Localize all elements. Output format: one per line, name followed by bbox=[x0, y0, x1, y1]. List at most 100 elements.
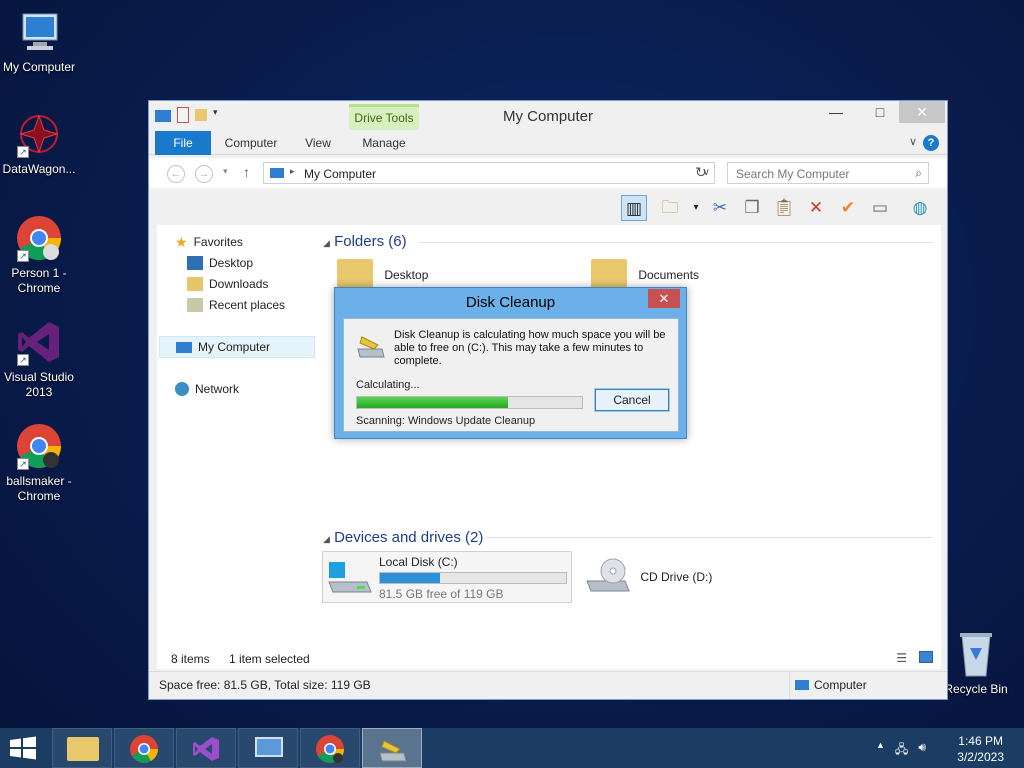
taskbar-chrome[interactable] bbox=[114, 728, 174, 768]
folder-label: Desktop bbox=[384, 268, 429, 282]
ribbon-expand-icon[interactable]: ∨ bbox=[909, 135, 917, 148]
folder-check-icon[interactable]: 🗀 bbox=[657, 195, 683, 221]
minimize-button[interactable]: — bbox=[821, 101, 851, 123]
start-button[interactable] bbox=[8, 736, 38, 760]
drive-c-free-text: 81.5 GB free of 119 GB bbox=[379, 587, 504, 601]
computer-icon bbox=[270, 168, 284, 178]
folder-icon bbox=[67, 737, 99, 761]
nav-label: Desktop bbox=[209, 256, 254, 270]
drive-c-usage-bar bbox=[379, 572, 567, 584]
details-bar: Space free: 81.5 GB, Total size: 119 GB … bbox=[149, 671, 947, 699]
nav-recent-places[interactable]: Recent places bbox=[187, 296, 285, 314]
nav-label: My Computer bbox=[198, 340, 271, 354]
system-tray: ▲ 🖧︎ 🔊︎ bbox=[876, 740, 926, 761]
calculating-label: Calculating... bbox=[356, 379, 420, 391]
show-hidden-icons-icon[interactable]: ▲ bbox=[876, 740, 885, 761]
desktop-icon-ballsmaker-chrome[interactable]: ↗ ballsmaker - Chrome bbox=[0, 422, 78, 504]
recent-places-icon bbox=[187, 298, 203, 312]
divider bbox=[789, 671, 790, 699]
volume-icon[interactable]: 🔊︎ bbox=[918, 740, 926, 761]
taskbar-disk-cleanup[interactable] bbox=[362, 728, 422, 768]
tab-view[interactable]: View bbox=[295, 131, 341, 155]
monitor-icon bbox=[255, 737, 283, 757]
desktop-icon-person1-chrome[interactable]: ↗ Person 1 - Chrome bbox=[0, 214, 78, 296]
dialog-close-button[interactable]: ✕ bbox=[648, 289, 680, 308]
address-text: My Computer bbox=[304, 167, 377, 181]
breadcrumb-arrow-icon[interactable]: ▸ bbox=[290, 166, 295, 177]
tab-computer[interactable]: Computer bbox=[219, 131, 283, 155]
preview-pane-icon[interactable]: ▥ bbox=[621, 195, 647, 221]
search-input[interactable]: Search My Computer ⌕ bbox=[727, 162, 929, 184]
chrome-icon bbox=[130, 735, 158, 763]
desktop-icon-label: Recycle Bin bbox=[944, 682, 1008, 696]
ribbon-tabs: File Computer View Manage bbox=[149, 131, 947, 155]
downloads-icon bbox=[187, 277, 203, 291]
forward-button[interactable]: → bbox=[195, 165, 213, 183]
drives-group-header[interactable]: ◢ Devices and drives (2) bbox=[323, 529, 483, 546]
nav-label: Network bbox=[195, 382, 240, 396]
cut-icon[interactable]: ✂ bbox=[707, 195, 733, 221]
clock[interactable]: 1:46 PM 3/2/2023 bbox=[957, 733, 1004, 765]
scanning-label: Scanning: Windows Update Cleanup bbox=[356, 415, 536, 427]
maximize-button[interactable]: □ bbox=[865, 101, 895, 123]
nav-desktop[interactable]: Desktop bbox=[187, 254, 253, 272]
details-view-icon[interactable]: ☰ bbox=[896, 651, 907, 665]
taskbar-file-explorer[interactable] bbox=[52, 728, 112, 768]
shortcut-arrow-icon: ↗ bbox=[17, 250, 29, 262]
desktop-icon-datawagon[interactable]: ↗ DataWagon... bbox=[0, 110, 78, 177]
desktop-icon bbox=[187, 256, 203, 270]
visual-studio-icon: ↗ bbox=[15, 318, 63, 366]
cancel-button[interactable]: Cancel bbox=[594, 388, 670, 412]
dialog-title: Disk Cleanup bbox=[465, 294, 556, 311]
desktop-icon-recycle-bin[interactable]: Recycle Bin bbox=[940, 630, 1012, 697]
help-icon[interactable]: ? bbox=[923, 135, 939, 151]
cleanup-progress-bar bbox=[356, 396, 583, 409]
divider bbox=[419, 242, 933, 243]
nav-favorites[interactable]: ★ Favorites bbox=[175, 233, 243, 251]
recycle-bin-icon bbox=[956, 630, 996, 678]
group-title: Folders (6) bbox=[334, 233, 407, 250]
refresh-icon[interactable]: ↻ bbox=[695, 164, 707, 181]
location-label: Computer bbox=[814, 678, 867, 692]
tab-file[interactable]: File bbox=[155, 131, 211, 155]
desktop-icon-visual-studio[interactable]: ↗ Visual Studio 2013 bbox=[0, 318, 78, 400]
large-icons-view-icon[interactable] bbox=[919, 651, 933, 663]
paste-icon[interactable]: 📋︎ bbox=[771, 195, 797, 221]
status-bar: 8 items 1 item selected ☰ bbox=[157, 649, 941, 669]
search-placeholder: Search My Computer bbox=[736, 167, 850, 181]
title-bar: ▾ Drive Tools My Computer — □ ✕ bbox=[149, 101, 947, 131]
cd-drive-icon bbox=[585, 557, 631, 597]
chevron-down-icon[interactable]: ▾ bbox=[683, 195, 709, 221]
network-icon[interactable]: 🖧︎ bbox=[895, 740, 908, 761]
tab-manage[interactable]: Manage bbox=[353, 131, 415, 155]
up-button[interactable]: ↑ bbox=[243, 164, 250, 180]
taskbar-remote-desktop[interactable] bbox=[238, 728, 298, 768]
computer-icon bbox=[15, 8, 63, 56]
computer-icon bbox=[176, 341, 192, 353]
taskbar-chrome-2[interactable] bbox=[300, 728, 360, 768]
recent-locations-icon[interactable]: ▾ bbox=[223, 166, 228, 177]
selected-count: 1 item selected bbox=[229, 652, 310, 666]
copy-icon[interactable]: ❐ bbox=[739, 195, 765, 221]
divider bbox=[487, 537, 933, 538]
space-info: Space free: 81.5 GB, Total size: 119 GB bbox=[159, 678, 371, 692]
checkmark-icon[interactable]: ✔ bbox=[835, 195, 861, 221]
drive-c-tile[interactable]: Local Disk (C:) 81.5 GB free of 119 GB bbox=[322, 551, 572, 603]
address-bar[interactable]: ▸ My Computer ∨ bbox=[263, 162, 715, 184]
collapse-icon: ◢ bbox=[323, 238, 330, 248]
nav-my-computer[interactable]: My Computer bbox=[159, 336, 315, 358]
folders-group-header[interactable]: ◢ Folders (6) bbox=[323, 233, 407, 250]
globe-icon[interactable]: ◍ bbox=[907, 195, 933, 221]
nav-network[interactable]: Network bbox=[175, 380, 239, 398]
desktop-icon-my-computer[interactable]: My Computer bbox=[0, 8, 78, 75]
drive-d-item[interactable]: CD Drive (D:) bbox=[585, 557, 712, 597]
rename-icon[interactable]: ▭ bbox=[867, 195, 893, 221]
delete-icon[interactable]: ✕ bbox=[803, 195, 829, 221]
close-button[interactable]: ✕ bbox=[899, 101, 945, 123]
disk-cleanup-dialog: Disk Cleanup ✕ Disk Cleanup is calculati… bbox=[334, 287, 687, 439]
item-count: 8 items bbox=[171, 652, 210, 666]
navigation-pane: ★ Favorites Desktop Downloads Recent pla… bbox=[157, 225, 317, 669]
back-button[interactable]: ← bbox=[167, 165, 185, 183]
nav-downloads[interactable]: Downloads bbox=[187, 275, 268, 293]
taskbar-visual-studio[interactable] bbox=[176, 728, 236, 768]
